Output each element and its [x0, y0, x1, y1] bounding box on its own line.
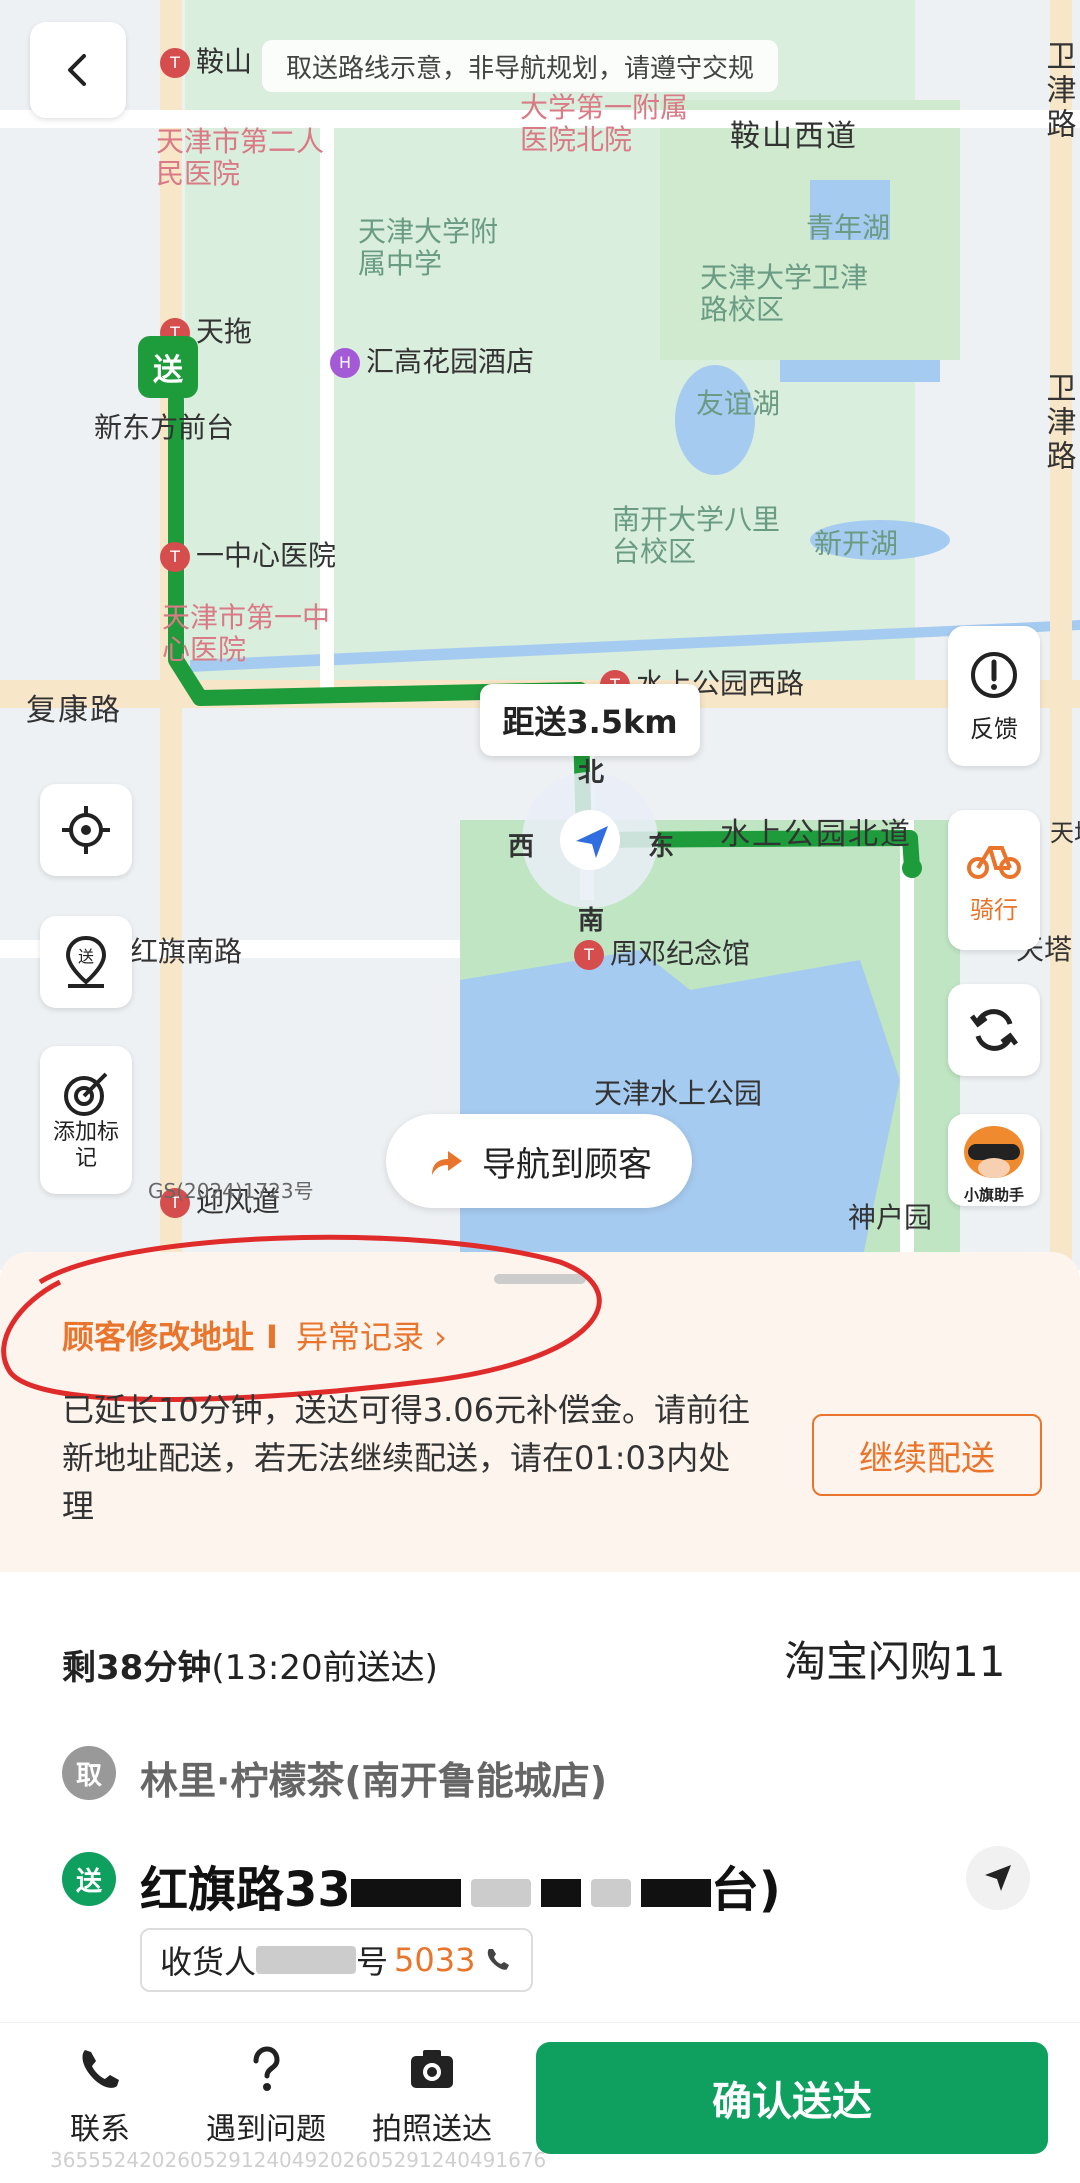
problem-button[interactable]: 遇到问题: [196, 2044, 336, 2148]
road-fukang: 复康路: [26, 693, 122, 728]
remaining-time: 剩38分钟(13:20前送达): [62, 1648, 438, 1688]
navigate-to-customer-button[interactable]: 导航到顾客: [386, 1114, 692, 1208]
poi-tianjin-univ: 天津大学卫津路校区: [700, 261, 869, 327]
deliver-icon: 送: [62, 1852, 116, 1906]
camera-icon: [411, 2050, 453, 2088]
add-mark-button[interactable]: 添加标记: [40, 1046, 132, 1194]
feedback-button[interactable]: 反馈: [948, 626, 1040, 766]
alert-body-text: 已延长10分钟，送达可得3.06元补偿金。请前往新地址配送，若无法继续配送，请在…: [62, 1391, 750, 1525]
poi-hospital-north: 大学第一附属医院北院: [520, 91, 689, 157]
poi-qingnian-lake: 青年湖: [806, 211, 891, 244]
poi-tianjin-univ-middle: 天津大学附属中学: [358, 215, 499, 281]
road-hongqi-south: 红旗南路: [130, 935, 243, 968]
pickup-icon: 取: [62, 1746, 116, 1800]
target-mark-icon: [64, 1072, 108, 1116]
back-arrow-icon: [68, 54, 86, 86]
phone-icon: [82, 2050, 119, 2088]
footer-watermark: 365552420260529124049202605291240491676: [50, 2148, 547, 2172]
continue-delivery-button[interactable]: 继续配送: [812, 1414, 1042, 1496]
add-mark-label: 添加标记: [52, 1120, 119, 1171]
refresh-button[interactable]: [948, 984, 1040, 1076]
compass-west: 西: [508, 832, 535, 862]
svg-text:送: 送: [78, 947, 94, 966]
locate-button[interactable]: [40, 784, 132, 876]
ride-label: 骑行: [970, 895, 1018, 924]
pickup-shop-name: 林里·柠檬茶(南开鲁能城店): [140, 1759, 608, 1803]
navigate-route-icon: [432, 1151, 462, 1175]
bike-icon: [967, 845, 1021, 879]
assistant-label: 小旗助手: [963, 1186, 1024, 1204]
phone-call-icon: [488, 1949, 510, 1970]
poi-anshan: T 鞍山: [160, 45, 252, 78]
road-anshan-west: 鞍山西道: [730, 119, 858, 154]
poi-hospital-2: 天津市第二人民医院: [156, 125, 325, 191]
current-location-arrow-icon: [576, 826, 608, 858]
poi-shuishang-park: 天津水上公园: [594, 1077, 763, 1110]
alert-title: 顾客修改地址 I: [62, 1318, 278, 1356]
poi-shenhu: 神户园: [848, 1201, 933, 1234]
distance-bubble: 距送3.5km: [480, 684, 700, 756]
road-shuishang-north: 水上公园北道: [720, 817, 912, 852]
crosshair-icon: [62, 806, 110, 854]
poi-zhouden: T 周邓纪念馆: [574, 937, 750, 970]
deliver-marker-icon: 送: [65, 935, 107, 988]
delivery-address: 红旗路33 台): [140, 1862, 781, 1918]
road-weijin-top: 卫津路: [1040, 40, 1076, 142]
poi-nankai-univ: 南开大学八里台校区: [612, 503, 781, 569]
back-button[interactable]: [30, 22, 126, 118]
confirm-delivery-button[interactable]: 确认送达: [536, 2042, 1048, 2154]
poi-yizhongxin: T 一中心医院: [160, 539, 336, 572]
compass-south: 南: [578, 906, 605, 936]
exception-record-link[interactable]: 异常记录 ›: [296, 1312, 447, 1358]
deliver-location-button[interactable]: 送: [40, 916, 132, 1008]
receiver-contact[interactable]: 收货人号 5033: [140, 1928, 534, 1992]
deliver-pin-icon[interactable]: 送: [138, 336, 198, 398]
poi-xindongfang: 新东方前台: [94, 411, 235, 444]
route-disclaimer-banner: 取送路线示意，非导航规划，请遵守交规: [262, 40, 779, 92]
poi-xinkai-lake: 新开湖: [814, 527, 899, 560]
road-weijin-mid: 卫津路: [1040, 372, 1076, 474]
map-view[interactable]: 取送路线示意，非导航规划，请遵守交规 T 鞍山 大学第一附属医院北院 天津市第二人…: [0, 0, 1080, 1270]
assistant-button[interactable]: 小旗助手: [948, 1114, 1040, 1206]
navigation-arrow-icon: [985, 1865, 1011, 1891]
poi-huigao-hotel: H 汇高花园酒店: [330, 345, 534, 378]
assistant-helmet-icon: [964, 1126, 1024, 1178]
order-platform: 淘宝闪购11: [784, 1637, 1006, 1686]
feedback-label: 反馈: [970, 714, 1018, 743]
photo-delivery-button[interactable]: 拍照送达: [362, 2044, 502, 2148]
ride-mode-button[interactable]: 骑行: [948, 810, 1040, 950]
compass-east: 东: [648, 832, 675, 862]
poi-youyi-lake: 友谊湖: [696, 387, 781, 420]
compass-north: 北: [578, 758, 605, 788]
poi-first-hospital: 天津市第一中心医院: [162, 601, 331, 667]
map-license: GS(2024)1723号: [148, 1179, 314, 1203]
question-mark-icon: [253, 2046, 280, 2091]
alert-circle-icon: [971, 651, 1017, 698]
refresh-icon: [970, 1009, 1018, 1051]
poi-tianta-2: 天塔: [1050, 819, 1080, 847]
navigate-label: 导航到顾客: [482, 1144, 652, 1185]
address-navigate-button[interactable]: [966, 1846, 1030, 1910]
contact-button[interactable]: 联系: [30, 2044, 170, 2148]
